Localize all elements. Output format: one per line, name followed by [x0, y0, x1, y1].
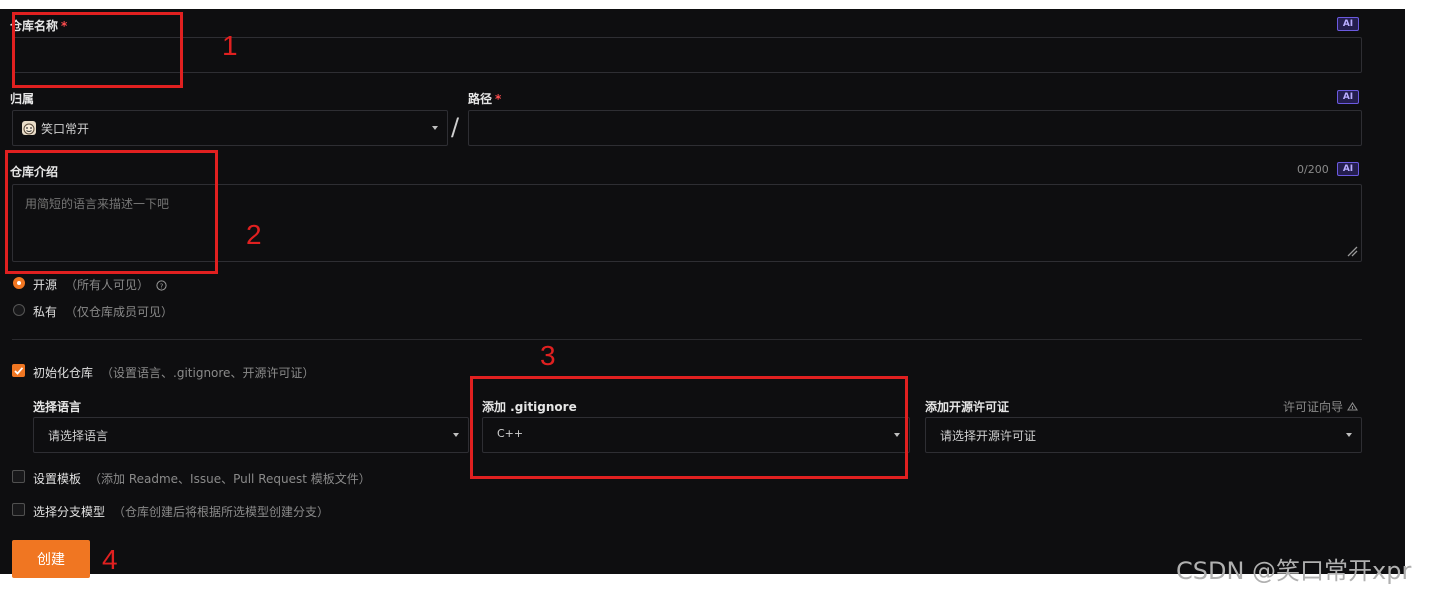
chevron-down-icon [453, 433, 459, 437]
annotation-number-2: 2 [246, 219, 262, 250]
path-separator: / [451, 113, 460, 141]
repo-name-ai-button[interactable]: AI [1337, 17, 1359, 31]
annotation-number-1: 1 [222, 30, 238, 61]
license-guide-link[interactable]: 许可证向导 [1283, 398, 1358, 415]
license-value: 请选择开源许可证 [940, 429, 1037, 443]
license-label: 添加开源许可证 [925, 400, 1010, 414]
owner-avatar-icon [22, 121, 36, 135]
init-repo-label: 初始化仓库 （设置语言、.gitignore、开源许可证） [33, 366, 315, 380]
radio-open-label: 开源 （所有人可见） ? [33, 276, 167, 293]
watermark: CSDN @笑口常开xpr [1176, 557, 1412, 585]
svg-text:?: ? [160, 282, 164, 290]
template-checkbox[interactable] [12, 470, 25, 483]
chevron-down-icon [432, 126, 438, 130]
language-label: 选择语言 [33, 400, 82, 414]
create-repo-form: 仓库名称 * AI 归属 笑口常开 / 路径 * AI 仓库介绍 0/200 AI … [0, 9, 1405, 578]
annotation-box-2 [5, 150, 218, 274]
radio-private-label: 私有 （仅仓库成员可见） [33, 305, 174, 319]
owner-label: 归属 [10, 92, 35, 106]
branch-model-label: 选择分支模型 （仓库创建后将根据所选模型创建分支） [33, 505, 330, 519]
path-ai-button[interactable]: AI [1337, 90, 1359, 104]
annotation-number-4: 4 [102, 544, 118, 575]
resize-handle-icon[interactable] [1346, 245, 1358, 257]
language-value: 请选择语言 [48, 429, 109, 443]
repo-name-input[interactable] [12, 37, 1362, 73]
init-repo-checkbox[interactable] [12, 364, 25, 377]
divider [12, 339, 1362, 340]
annotation-box-1 [12, 12, 183, 88]
owner-value: 笑口常开 [41, 122, 90, 136]
create-button[interactable]: 创建 [12, 540, 90, 578]
check-icon [14, 367, 24, 375]
annotation-box-3 [470, 376, 908, 479]
license-select[interactable]: 请选择开源许可证 [925, 417, 1362, 453]
description-ai-button[interactable]: AI [1337, 162, 1359, 176]
help-icon[interactable]: ? [156, 280, 167, 291]
description-counter: 0/200 [1297, 163, 1329, 176]
path-label: 路径 * [468, 92, 502, 106]
guide-icon [1346, 401, 1358, 411]
path-input[interactable] [468, 110, 1362, 146]
template-label: 设置模板 （添加 Readme、Issue、Pull Request 模板文件） [33, 472, 371, 486]
branch-model-checkbox[interactable] [12, 503, 25, 516]
language-select[interactable]: 请选择语言 [33, 417, 469, 453]
radio-open[interactable] [13, 277, 25, 289]
annotation-number-3: 3 [540, 340, 556, 371]
chevron-down-icon [1346, 433, 1352, 437]
owner-select[interactable]: 笑口常开 [12, 110, 448, 146]
radio-private[interactable] [13, 304, 25, 316]
